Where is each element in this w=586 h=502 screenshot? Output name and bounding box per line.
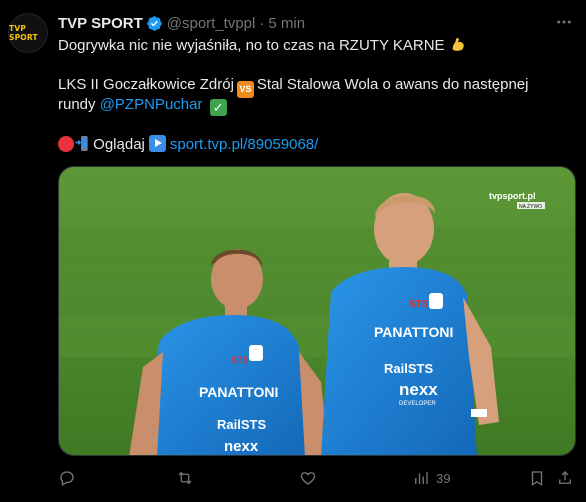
share-icon [559, 471, 571, 484]
bookmark-icon [531, 471, 543, 487]
tweet-media-image[interactable]: tvpsport.pl NA ŻYWO PANATTONI RailSTS ne… [58, 166, 576, 456]
verified-badge-icon [146, 15, 162, 31]
text-line-2: LKS II Goczałkowice Zdrój VS Stal Stalowa … [58, 75, 568, 98]
right-shirt-rail: RailSTS [384, 361, 433, 376]
mention-link[interactable]: @PZPNPuchar [100, 96, 203, 113]
views-bar-chart-icon [415, 472, 428, 484]
tweet-text: Dogrywka nic nie wyjaśniła, no to czas n… [58, 35, 568, 155]
avatar[interactable]: TVP SPORT [8, 13, 48, 53]
views-count: 39 [436, 470, 451, 486]
left-shirt-nexx: nexx [224, 438, 259, 455]
team-away-line: Stal Stalowa Wola o awans do następnej [256, 76, 529, 93]
right-shirt-dev: DEVELOPER [399, 401, 436, 407]
views-button[interactable]: 39 [412, 466, 450, 490]
red-circle-icon [58, 136, 74, 152]
watermark: tvpsport.pl [489, 191, 536, 201]
reply-button[interactable] [58, 466, 76, 490]
heart-icon [300, 472, 316, 485]
reply-icon [60, 471, 74, 486]
user-handle[interactable]: @sport_tvppl [167, 15, 256, 32]
flexed-biceps-icon [452, 38, 464, 51]
live-badge: NA ŻYWO [519, 203, 542, 210]
repost-button[interactable] [176, 466, 194, 490]
text-line-3: rundy @PZPNPuchar ✓ [58, 95, 568, 116]
watch-link[interactable]: sport.tvp.pl/89059068/ [170, 136, 318, 153]
display-name[interactable]: TVP SPORT [58, 15, 143, 32]
check-mark-icon: ✓ [209, 99, 227, 116]
mobile-phone-arrow-icon [75, 135, 88, 152]
left-shirt-sponsor: PANATTONI [199, 384, 278, 400]
text-line-1-content: Dogrywka nic nie wyjaśniła, no to czas n… [58, 37, 445, 54]
bookmark-button[interactable] [528, 466, 546, 490]
text-line-1: Dogrywka nic nie wyjaśniła, no to czas n… [58, 35, 568, 55]
timestamp[interactable]: 5 min [268, 15, 305, 32]
more-options-icon[interactable] [552, 12, 576, 32]
team-home: LKS II Goczałkowice Zdrój [58, 76, 234, 93]
football-players-photo: tvpsport.pl NA ŻYWO PANATTONI RailSTS ne… [59, 167, 575, 455]
avatar-logo-text: TVP SPORT [9, 24, 38, 42]
right-shirt-nexx: nexx [399, 380, 438, 399]
action-bar: 39 [58, 466, 576, 490]
left-shirt-rail: RailSTS [217, 417, 266, 432]
left-shirt-sts: STS [231, 355, 249, 365]
text-line-3-start: rundy [58, 96, 96, 113]
play-button-icon [148, 135, 166, 152]
tweet-header: TVP SPORT @sport_tvppl · 5 min [58, 13, 305, 33]
right-shirt-sponsor: PANATTONI [374, 324, 453, 340]
separator-dot: · [259, 14, 265, 32]
like-button[interactable] [299, 466, 317, 490]
repost-icon [178, 471, 192, 485]
text-line-4: Oglądaj sport.tvp.pl/89059068/ [58, 135, 568, 155]
vs-icon: VS [236, 81, 254, 98]
share-button[interactable] [556, 466, 574, 490]
watch-label: Oglądaj [93, 136, 145, 153]
right-shirt-sts: STS [409, 299, 429, 310]
